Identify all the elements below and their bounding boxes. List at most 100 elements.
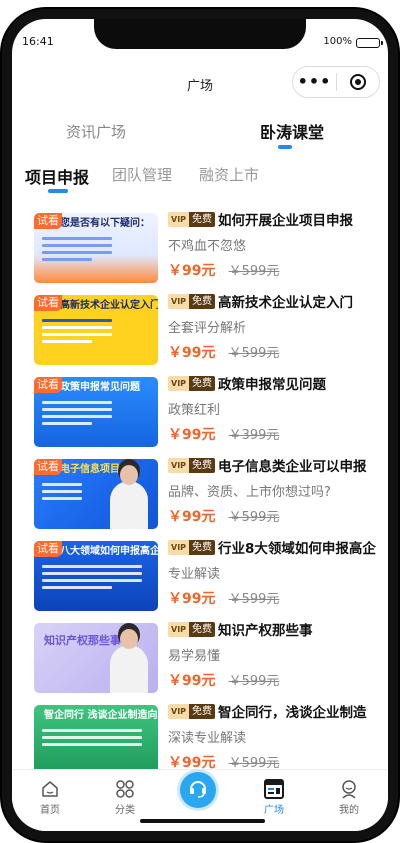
top-tab-indicator: [278, 145, 292, 149]
course-original-price: ￥599元: [228, 346, 280, 361]
tab-mine-label: 我的: [339, 805, 359, 816]
tab-wotao-classroom[interactable]: 卧涛课堂: [260, 119, 324, 143]
trial-badge: 试看: [34, 295, 62, 311]
thumbnail-caption: 高新技术企业认定入门到精通: [60, 300, 158, 311]
course-thumbnail: 八大领域如何申报高企 试看: [34, 541, 158, 611]
course-card[interactable]: 知识产权那些事 VIP 免费 知识产权那些事 易学易懂 ￥99元 ￥599元: [34, 619, 380, 693]
thumbnail-caption: 知识产权那些事: [44, 634, 121, 647]
subtab-team-management[interactable]: 团队管理: [112, 164, 172, 185]
course-subtitle: 全套评分解析: [168, 321, 247, 336]
course-title: 智企同行，浅谈企业制造: [218, 705, 367, 721]
course-original-price: ￥599元: [228, 592, 280, 607]
lecturer-photo: [110, 629, 148, 693]
course-price: ￥99元: [168, 427, 216, 443]
course-thumbnail: 知识产权那些事: [34, 623, 158, 693]
tab-home-label: 首页: [40, 805, 60, 816]
target-icon[interactable]: [337, 74, 379, 90]
subtab-project-declaration[interactable]: 项目申报: [25, 164, 89, 188]
course-thumbnail: 电子信息项目 试看: [34, 459, 158, 529]
course-subtitle: 深读专业解读: [168, 731, 247, 746]
free-badge: 免费: [189, 457, 216, 473]
vip-badge: VIP: [168, 703, 190, 719]
course-price: ￥99元: [168, 263, 216, 279]
free-badge: 免费: [189, 293, 216, 309]
course-original-price: ￥599元: [228, 674, 280, 689]
course-title: 行业8大领域如何申报高企: [218, 541, 376, 557]
vip-badge: VIP: [168, 293, 190, 309]
thumbnail-caption: 智企同行 浅谈企业制造向“新”力: [44, 710, 158, 721]
free-badge: 免费: [189, 621, 216, 637]
course-price: ￥99元: [168, 673, 216, 689]
course-thumbnail: 智企同行 浅谈企业制造向“新”力: [34, 705, 158, 769]
course-card[interactable]: 智企同行 浅谈企业制造向“新”力 VIP免费 智企同行，浅谈企业制造 深读专业解…: [34, 701, 380, 769]
course-price: ￥99元: [168, 509, 216, 525]
free-badge: 免费: [189, 703, 216, 719]
course-subtitle: 专业解读: [168, 567, 221, 582]
course-subtitle: 易学易懂: [168, 649, 221, 664]
mini-program-capsule: •••: [292, 66, 380, 98]
trial-badge: 试看: [34, 541, 62, 557]
course-original-price: ￥599元: [228, 756, 280, 769]
course-thumbnail: 您是否有以下疑问： 试看: [34, 213, 158, 283]
course-subtitle: 不鸡血不忽悠: [168, 239, 247, 254]
course-title: 如何开展企业项目申报: [218, 213, 354, 229]
profile-icon: [324, 778, 374, 800]
battery-percent: 100%: [323, 36, 352, 47]
course-price: ￥99元: [168, 591, 216, 607]
tab-category[interactable]: 分类: [100, 778, 150, 816]
thumbnail-caption: 八大领域如何申报高企: [60, 546, 158, 557]
home-indicator: [140, 819, 265, 823]
vip-badge: VIP: [168, 621, 190, 637]
sub-tabs: 项目申报 团队管理 融资上市: [12, 164, 388, 198]
tab-home[interactable]: 首页: [25, 778, 75, 816]
plaza-icon: [249, 778, 299, 800]
thumbnail-caption: 您是否有以下疑问：: [60, 218, 150, 229]
course-price: ￥99元: [168, 755, 216, 769]
sub-tab-indicator: [48, 189, 68, 193]
course-title: 高新技术企业认定入门: [218, 295, 354, 311]
lecturer-photo: [110, 465, 148, 529]
category-icon: [100, 778, 150, 800]
course-subtitle: 政策红利: [168, 403, 221, 418]
vip-badge: VIP: [168, 211, 190, 227]
course-price: ￥99元: [168, 345, 216, 361]
tab-mine[interactable]: 我的: [324, 778, 374, 816]
course-card[interactable]: 电子信息项目 试看 VIP 免费 电子信息类企业可以申报 品牌、资质、上市你想过吗…: [34, 455, 380, 529]
course-card[interactable]: 八大领域如何申报高企 试看 VIP 免费 行业8大领域如何申报高企 专业解读 ￥9…: [34, 537, 380, 611]
thumbnail-caption: 政策申报常见问题: [60, 382, 140, 393]
top-tabs: 资讯广场 卧涛课堂: [12, 119, 388, 155]
tab-plaza[interactable]: 广场: [249, 778, 299, 816]
trial-badge: 试看: [34, 213, 62, 229]
trial-badge: 试看: [34, 377, 62, 393]
free-badge: 免费: [189, 375, 216, 391]
course-title: 电子信息类企业可以申报: [218, 459, 367, 475]
course-list: 您是否有以下疑问： 试看 VIP 免费 如何开展企业项目申报 不鸡血不忽悠 ￥99…: [12, 209, 388, 769]
status-time: 16:41: [22, 35, 54, 48]
battery-icon: [356, 38, 383, 48]
camera-notch: [94, 19, 306, 49]
free-badge: 免费: [189, 539, 216, 555]
course-original-price: ￥599元: [228, 510, 280, 525]
vip-badge: VIP: [168, 457, 190, 473]
more-dots-icon[interactable]: •••: [293, 67, 336, 97]
tab-plaza-label: 广场: [264, 805, 284, 816]
subtab-financing-listing[interactable]: 融资上市: [199, 164, 259, 185]
customer-service-button[interactable]: [180, 772, 216, 808]
course-title: 知识产权那些事: [218, 623, 313, 639]
bottom-tabbar: 首页 分类 广场 我的: [12, 769, 388, 831]
customer-service-icon: [187, 777, 209, 803]
tab-news-plaza[interactable]: 资讯广场: [66, 121, 126, 142]
vip-badge: VIP: [168, 539, 190, 555]
course-thumbnail: 政策申报常见问题 试看: [34, 377, 158, 447]
course-card[interactable]: 高新技术企业认定入门到精通 试看 VIP免费 高新技术企业认定入门 全套评分解析…: [34, 291, 380, 365]
course-card[interactable]: 政策申报常见问题 试看 VIP 免费 政策申报常见问题 政策红利 ￥99元 ￥39…: [34, 373, 380, 447]
vip-badge: VIP: [168, 375, 190, 391]
phone-frame: 16:41 100% 广场 ••• 资讯广场 卧涛课堂 项目申报 团队管理 融资…: [12, 19, 388, 831]
course-title: 政策申报常见问题: [218, 377, 327, 393]
course-card[interactable]: 您是否有以下疑问： 试看 VIP 免费 如何开展企业项目申报 不鸡血不忽悠 ￥99…: [34, 209, 380, 283]
free-badge: 免费: [189, 211, 216, 227]
tab-category-label: 分类: [115, 805, 135, 816]
course-subtitle: 品牌、资质、上市你想过吗?: [168, 485, 331, 500]
course-original-price: ￥599元: [228, 264, 280, 279]
thumbnail-caption: 电子信息项目: [60, 464, 120, 475]
